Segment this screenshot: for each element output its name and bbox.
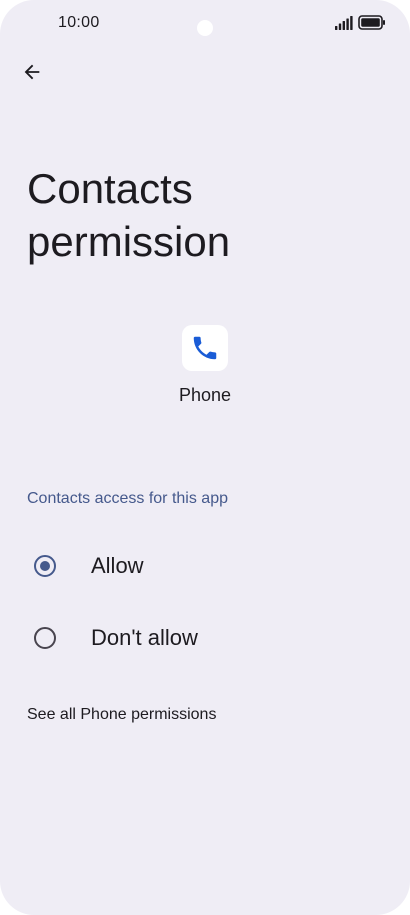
phone-handset-icon — [193, 336, 217, 360]
option-label: Allow — [91, 553, 144, 578]
radio-button-unselected[interactable] — [34, 627, 56, 649]
see-all-permissions-link[interactable]: See all Phone permissions — [27, 706, 216, 724]
app-name: Phone — [178, 385, 232, 405]
radio-button-selected[interactable] — [34, 555, 56, 577]
option-label: Don't allow — [91, 625, 198, 650]
phone-screen: 10:00 Contacts permission Phone Contacts… — [0, 0, 410, 915]
status-bar: 10:00 — [0, 0, 410, 46]
page-title: Contacts permission — [27, 165, 231, 265]
radio-selected-dot — [40, 561, 50, 571]
back-button[interactable] — [12, 52, 52, 92]
battery-full-icon — [358, 15, 385, 30]
option-allow[interactable]: Allow — [0, 536, 410, 596]
cellular-signal-icon — [335, 16, 353, 30]
phone-app-icon — [182, 325, 228, 371]
section-header: Contacts access for this app — [27, 490, 228, 507]
arrow-back-icon — [24, 64, 40, 80]
option-dont-allow[interactable]: Don't allow — [0, 608, 410, 668]
front-camera-cutout — [197, 20, 213, 36]
status-time: 10:00 — [58, 14, 100, 31]
